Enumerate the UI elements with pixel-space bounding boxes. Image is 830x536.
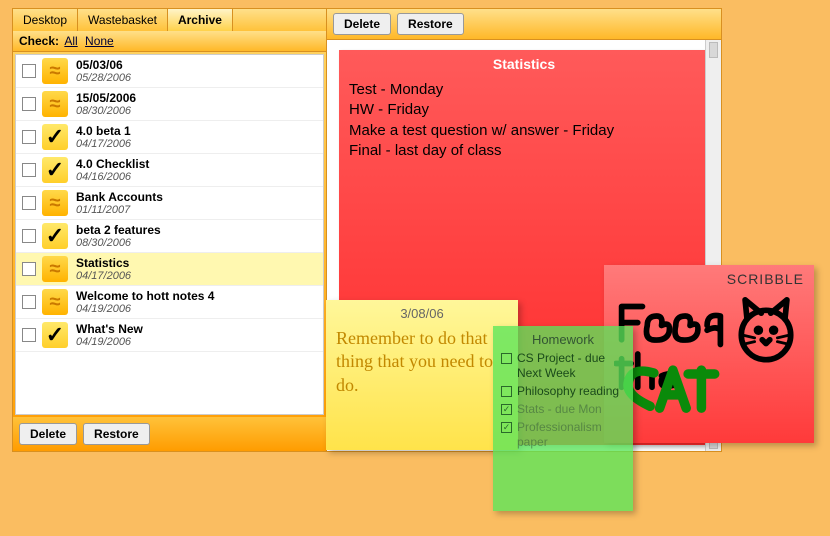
note-date: 04/19/2006 [76, 303, 214, 315]
checkbox-icon[interactable]: ✓ [501, 404, 512, 415]
homework-text: Stats - due Mon [517, 402, 602, 417]
tab-bar: DesktopWastebasketArchive [13, 9, 326, 31]
note-type-icon [42, 58, 68, 84]
note-row[interactable]: 15/05/200608/30/2006 [16, 88, 323, 121]
sticky-green-header: Homework [501, 332, 625, 347]
note-title: Statistics [76, 256, 131, 270]
note-row[interactable]: What's New04/19/2006 [16, 319, 323, 352]
note-meta: Statistics04/17/2006 [76, 256, 131, 282]
note-meta: Bank Accounts01/11/2007 [76, 190, 163, 216]
note-row[interactable]: Statistics04/17/2006 [16, 253, 323, 286]
note-date: 08/30/2006 [76, 105, 136, 117]
note-type-icon [42, 322, 68, 348]
note-type-icon [42, 289, 68, 315]
note-date: 05/28/2006 [76, 72, 131, 84]
note-title: beta 2 features [76, 223, 161, 237]
right-toolbar: Delete Restore [327, 9, 721, 40]
check-none-link[interactable]: None [85, 34, 114, 48]
note-type-icon [42, 124, 68, 150]
delete-button[interactable]: Delete [19, 423, 77, 445]
homework-item[interactable]: CS Project - due Next Week [501, 351, 625, 381]
note-title: 05/03/06 [76, 58, 131, 72]
tab-desktop[interactable]: Desktop [13, 9, 78, 31]
note-checkbox[interactable] [22, 196, 36, 210]
note-meta: What's New04/19/2006 [76, 322, 143, 348]
note-meta: 4.0 beta 104/17/2006 [76, 124, 131, 150]
tab-archive[interactable]: Archive [168, 9, 233, 31]
note-checkbox[interactable] [22, 328, 36, 342]
note-checkbox[interactable] [22, 97, 36, 111]
note-meta: 4.0 Checklist04/16/2006 [76, 157, 149, 183]
note-title: 4.0 Checklist [76, 157, 149, 171]
preview-delete-button[interactable]: Delete [333, 13, 391, 35]
homework-item[interactable]: ✓ Stats - due Mon [501, 402, 625, 417]
note-checkbox[interactable] [22, 262, 36, 276]
preview-note-body: Test - MondayHW - FridayMake a test ques… [339, 78, 709, 163]
note-meta: 15/05/200608/30/2006 [76, 91, 136, 117]
homework-item[interactable]: ✓ Professionalism paper [501, 420, 625, 450]
note-title: What's New [76, 322, 143, 336]
checkbox-icon[interactable] [501, 386, 512, 397]
note-meta: beta 2 features08/30/2006 [76, 223, 161, 249]
note-title: 4.0 beta 1 [76, 124, 131, 138]
note-row[interactable]: 05/03/0605/28/2006 [16, 55, 323, 88]
note-checkbox[interactable] [22, 130, 36, 144]
checkbox-icon[interactable] [501, 353, 512, 364]
sticky-note-homework[interactable]: Homework CS Project - due Next Week Philo… [493, 326, 633, 511]
check-all-link[interactable]: All [64, 34, 77, 48]
note-type-icon [42, 223, 68, 249]
note-title: Bank Accounts [76, 190, 163, 204]
sticky-note-scribble[interactable]: SCRIBBLE [604, 265, 814, 443]
note-checkbox[interactable] [22, 229, 36, 243]
note-date: 01/11/2007 [76, 204, 163, 216]
note-row[interactable]: Bank Accounts01/11/2007 [16, 187, 323, 220]
note-row[interactable]: 4.0 beta 104/17/2006 [16, 121, 323, 154]
preview-restore-button[interactable]: Restore [397, 13, 464, 35]
tab-wastebasket[interactable]: Wastebasket [78, 9, 168, 31]
sticky-yellow-header: 3/08/06 [336, 306, 508, 321]
homework-text: CS Project - due Next Week [517, 351, 625, 381]
note-checkbox[interactable] [22, 295, 36, 309]
preview-note-title: Statistics [339, 50, 709, 78]
note-title: Welcome to hott notes 4 [76, 289, 214, 303]
left-panel: DesktopWastebasketArchive Check: All Non… [13, 9, 327, 451]
preview-line: Make a test question w/ answer - Friday [349, 121, 699, 141]
homework-item[interactable]: Philosophy reading [501, 384, 625, 399]
scribble-drawing-icon [614, 289, 804, 419]
note-date: 04/17/2006 [76, 270, 131, 282]
note-checkbox[interactable] [22, 64, 36, 78]
note-checkbox[interactable] [22, 163, 36, 177]
note-date: 04/16/2006 [76, 171, 149, 183]
note-type-icon [42, 256, 68, 282]
note-date: 04/17/2006 [76, 138, 131, 150]
note-meta: Welcome to hott notes 404/19/2006 [76, 289, 214, 315]
restore-button[interactable]: Restore [83, 423, 150, 445]
note-row[interactable]: beta 2 features08/30/2006 [16, 220, 323, 253]
sticky-yellow-body: Remember to do that thing that you need … [336, 327, 508, 397]
left-buttons: Delete Restore [13, 417, 326, 451]
note-date: 04/19/2006 [76, 336, 143, 348]
note-title: 15/05/2006 [76, 91, 136, 105]
preview-line: Final - last day of class [349, 141, 699, 161]
note-row[interactable]: Welcome to hott notes 404/19/2006 [16, 286, 323, 319]
homework-text: Philosophy reading [517, 384, 619, 399]
sticky-red-header: SCRIBBLE [614, 271, 804, 287]
note-row[interactable]: 4.0 Checklist04/16/2006 [16, 154, 323, 187]
check-row: Check: All None [13, 31, 326, 52]
sticky-note-yellow[interactable]: 3/08/06 Remember to do that thing that y… [326, 300, 518, 450]
homework-text: Professionalism paper [517, 420, 625, 450]
note-type-icon [42, 157, 68, 183]
note-list[interactable]: 05/03/0605/28/200615/05/200608/30/20064.… [15, 54, 324, 415]
check-label: Check: [19, 34, 59, 48]
preview-line: HW - Friday [349, 100, 699, 120]
note-type-icon [42, 91, 68, 117]
homework-items: CS Project - due Next Week Philosophy rea… [501, 351, 625, 450]
note-date: 08/30/2006 [76, 237, 161, 249]
preview-line: Test - Monday [349, 80, 699, 100]
checkbox-icon[interactable]: ✓ [501, 422, 512, 433]
note-meta: 05/03/0605/28/2006 [76, 58, 131, 84]
note-type-icon [42, 190, 68, 216]
